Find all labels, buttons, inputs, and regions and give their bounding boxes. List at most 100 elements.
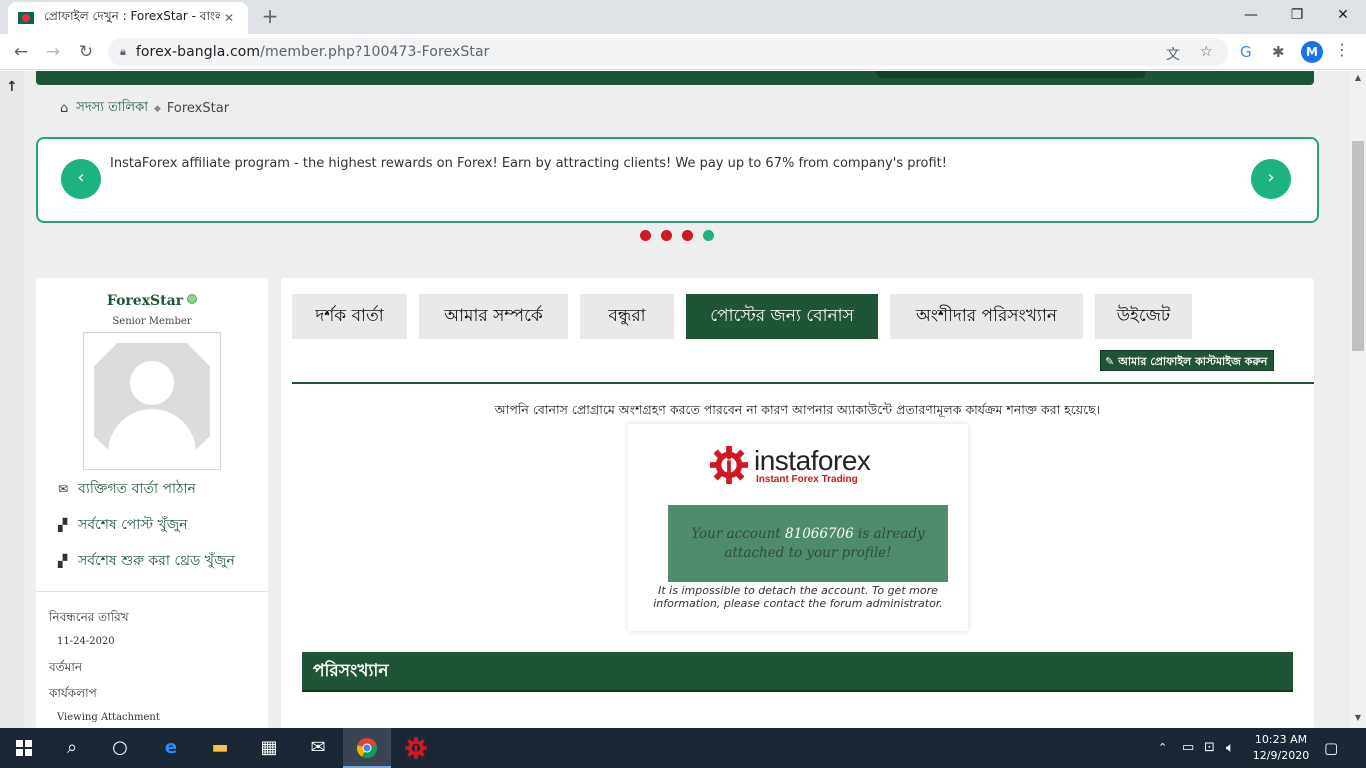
- activity-label: কার্যকলাপ: [49, 686, 97, 700]
- customize-profile-button[interactable]: ✎ আমার প্রোফাইল কাস্টমাইজ করুন: [1100, 350, 1275, 371]
- banner-dot[interactable]: [640, 230, 651, 241]
- banner-dot-active[interactable]: [703, 230, 714, 241]
- mail-icon[interactable]: ✉: [294, 728, 342, 768]
- customize-icon: ✎: [1105, 355, 1115, 368]
- bangladesh-flag-icon: [18, 12, 34, 24]
- find-latest-posts-link[interactable]: ▞ সর্বশেষ পোস্ট খুঁজুন: [58, 513, 188, 537]
- current-label: বর্তমান: [49, 660, 82, 674]
- new-tab-icon[interactable]: +: [258, 4, 282, 28]
- scrollbar-thumb[interactable]: [1352, 141, 1364, 351]
- instaforex-app-icon[interactable]: [392, 728, 440, 768]
- search-icon[interactable]: ⌕: [48, 728, 96, 768]
- reload-icon[interactable]: ↻: [74, 40, 98, 64]
- profile-avatar[interactable]: M: [1301, 41, 1323, 63]
- address-bar[interactable]: 🔒︎ forex-bangla.com/member.php?100473-Fo…: [108, 38, 1228, 66]
- page-scrollbar[interactable]: ▲ ▼: [1350, 71, 1366, 728]
- browser-menu-icon[interactable]: ⋮: [1334, 40, 1350, 59]
- translate-icon[interactable]: 文: [1166, 44, 1180, 64]
- tab-bonus-for-posts[interactable]: পোস্টের জন্য বোনাস: [686, 294, 878, 339]
- browser-toolbar: ← → ↻ 🔒︎ forex-bangla.com/member.php?100…: [0, 34, 1366, 70]
- url-path: /member.php?100473-ForexStar: [260, 44, 490, 60]
- breadcrumb-current: ForexStar: [166, 101, 230, 116]
- extensions-puzzle-icon[interactable]: ✱: [1272, 43, 1285, 61]
- window-close-icon[interactable]: ✕: [1320, 0, 1366, 30]
- envelope-icon: ✉: [58, 482, 69, 496]
- online-status-icon: [187, 294, 198, 304]
- windows-taskbar: ⌕ ○ e ▬ ▦ ✉ ⌃ ▭ ⊡ 10:23 AM 12/9/2020 🔈︎ …: [0, 728, 1366, 768]
- google-translate-extension-icon[interactable]: G: [1240, 43, 1252, 61]
- profile-avatar-image: [83, 332, 221, 470]
- banner-prev-button[interactable]: ‹: [61, 159, 101, 199]
- bookmark-star-icon[interactable]: ☆: [1200, 44, 1213, 60]
- instaforex-account-card: instaforex Instant Forex Trading Your ac…: [628, 424, 968, 631]
- bonus-notice: আপনি বোনাস প্রোগ্রামে অংশগ্রহণ করতে পারব…: [494, 402, 1101, 417]
- clock-time: 10:23 AM: [1254, 733, 1308, 746]
- scroll-top-arrow-icon[interactable]: ↑: [6, 79, 18, 95]
- instaforex-logo: instaforex Instant Forex Trading: [710, 446, 890, 486]
- clock-date: 12/9/2020: [1252, 749, 1310, 762]
- file-explorer-icon[interactable]: ▬: [196, 728, 244, 768]
- tabs-divider: [292, 382, 1314, 384]
- speaker-icon[interactable]: 🔈︎: [1226, 728, 1234, 768]
- site-header-bar: [36, 71, 1314, 85]
- instaforex-gear-icon: [710, 446, 748, 484]
- chrome-icon[interactable]: [343, 728, 391, 768]
- tab-visitor-messages[interactable]: দর্শক বার্তা: [292, 294, 407, 339]
- store-icon[interactable]: ▦: [245, 728, 293, 768]
- banner-dots: [640, 230, 714, 241]
- banner-text[interactable]: InstaForex affiliate program - the highe…: [110, 156, 947, 171]
- affiliate-banner: ‹ InstaForex affiliate program - the hig…: [36, 137, 1319, 223]
- find-latest-threads-link[interactable]: ▞ সর্বশেষ শুরু করা থ্রেড খুঁজুন: [58, 549, 235, 573]
- tab-friends[interactable]: বন্ধুরা: [580, 294, 674, 339]
- registration-date-value: 11-24-2020: [57, 636, 115, 647]
- maximize-icon[interactable]: ❐: [1274, 0, 1320, 30]
- header-search-area: [876, 71, 1146, 78]
- account-attached-message: Your account 81066706 is already attache…: [668, 505, 948, 582]
- tab-partner-statistics[interactable]: অংশীদার পরিসংখ্যান: [890, 294, 1083, 339]
- profile-name: ForexStar: [106, 293, 184, 309]
- back-icon[interactable]: ←: [9, 40, 33, 64]
- default-avatar-icon: [94, 343, 210, 459]
- logo-name: instaforex: [754, 445, 871, 476]
- task-view-icon[interactable]: ○: [96, 728, 144, 768]
- page-viewport: ↑ ⌂ সদস্য তালিকা ◆ ForexStar ‹ InstaFore…: [0, 71, 1350, 728]
- threads-icon: ▞: [58, 554, 68, 568]
- scroll-up-icon[interactable]: ▲: [1350, 73, 1366, 82]
- banner-dot[interactable]: [682, 230, 693, 241]
- breadcrumb-separator-icon: ◆: [153, 103, 161, 114]
- registration-date-label: নিবন্ধনের তারিখ: [49, 610, 129, 624]
- left-gutter: ↑: [0, 71, 24, 728]
- breadcrumb: ⌂ সদস্য তালিকা ◆ ForexStar: [60, 98, 229, 119]
- home-icon[interactable]: ⌂: [60, 101, 68, 116]
- browser-tab[interactable]: প্রোফাইল দেখুন : ForexStar - বাংলা ✕: [8, 2, 248, 34]
- taskbar-clock[interactable]: 10:23 AM 12/9/2020: [1246, 732, 1316, 764]
- logo-tagline: Instant Forex Trading: [756, 474, 858, 485]
- statistics-header: পরিসংখ্যান: [302, 652, 1293, 692]
- profile-sidebar: ForexStar Senior Member ✉ ব্যক্তিগত বার্…: [36, 278, 268, 728]
- activity-value: Viewing Attachment: [57, 712, 160, 723]
- tray-expand-icon[interactable]: ⌃: [1158, 728, 1167, 768]
- notifications-icon[interactable]: ▢: [1324, 728, 1338, 768]
- edge-browser-icon[interactable]: e: [147, 728, 195, 768]
- breadcrumb-members-link[interactable]: সদস্য তালিকা: [76, 98, 148, 119]
- banner-next-button[interactable]: ›: [1251, 159, 1291, 199]
- minimize-icon[interactable]: —: [1228, 0, 1274, 30]
- battery-icon[interactable]: ▭: [1182, 728, 1194, 768]
- send-private-message-link[interactable]: ✉ ব্যক্তিগত বার্তা পাঠান: [58, 477, 196, 501]
- browser-tab-strip: প্রোফাইল দেখুন : ForexStar - বাংলা ✕ + —…: [0, 0, 1366, 34]
- url-domain: forex-bangla.com: [135, 44, 261, 60]
- forward-icon[interactable]: →: [41, 40, 65, 64]
- scroll-down-icon[interactable]: ▼: [1350, 713, 1366, 722]
- banner-dot[interactable]: [661, 230, 672, 241]
- lock-icon: 🔒︎: [120, 45, 126, 58]
- account-number: 81066706: [785, 526, 854, 542]
- windows-start-icon[interactable]: [0, 728, 48, 768]
- close-tab-icon[interactable]: ✕: [220, 11, 238, 25]
- detach-note: It is impossible to detach the account. …: [653, 584, 943, 610]
- sidebar-divider: [36, 591, 268, 592]
- profile-rank: Senior Member: [112, 316, 192, 327]
- posts-icon: ▞: [58, 518, 68, 532]
- tab-widgets[interactable]: উইজেট: [1095, 294, 1192, 339]
- tab-about-me[interactable]: আমার সম্পর্কে: [419, 294, 568, 339]
- network-icon[interactable]: ⊡: [1204, 728, 1215, 768]
